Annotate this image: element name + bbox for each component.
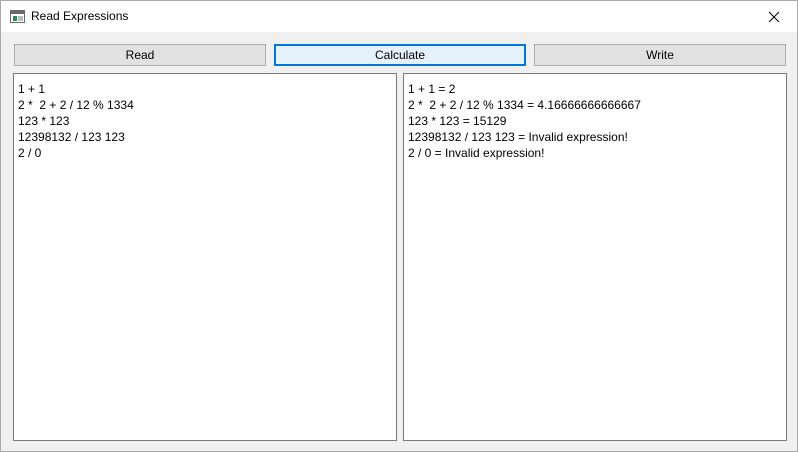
window-title: Read Expressions [31, 9, 129, 23]
output-line: 2 / 0 = Invalid expression! [408, 146, 545, 160]
read-button[interactable]: Read [14, 44, 266, 66]
app-window-icon [10, 10, 25, 23]
close-button[interactable] [751, 1, 797, 32]
output-line: 2 * 2 + 2 / 12 % 1334 = 4.16666666666667 [408, 98, 641, 112]
close-icon [768, 11, 780, 22]
output-line: 123 * 123 = 15129 [408, 114, 507, 128]
title-bar[interactable]: Read Expressions [1, 1, 797, 32]
input-line: 123 * 123 [18, 114, 70, 128]
input-text-area[interactable]: 1 + 1 2 * 2 + 2 / 12 % 1334 123 * 123 12… [13, 73, 397, 441]
input-line: 12398132 / 123 123 [18, 130, 125, 144]
output-line: 12398132 / 123 123 = Invalid expression! [408, 130, 628, 144]
write-button[interactable]: Write [534, 44, 786, 66]
input-line: 2 / 0 [18, 146, 42, 160]
output-text-area[interactable]: 1 + 1 = 2 2 * 2 + 2 / 12 % 1334 = 4.1666… [403, 73, 787, 441]
output-line: 1 + 1 = 2 [408, 82, 456, 96]
calculate-button[interactable]: Calculate [274, 44, 526, 66]
main-window: Read Expressions Read Calculate Write 1 … [0, 0, 798, 452]
input-line: 2 * 2 + 2 / 12 % 1334 [18, 98, 134, 112]
input-line: 1 + 1 [18, 82, 46, 96]
